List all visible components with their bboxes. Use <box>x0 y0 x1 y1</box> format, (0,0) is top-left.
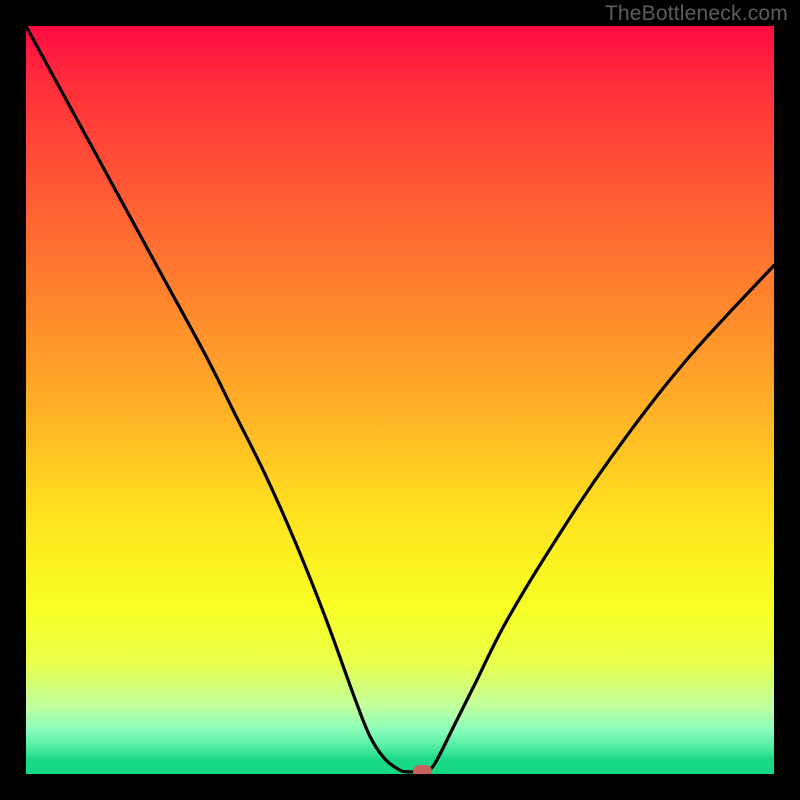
plot-area <box>26 26 774 774</box>
chart-frame: TheBottleneck.com <box>0 0 800 800</box>
curve-svg <box>26 26 774 774</box>
optimal-point-marker <box>413 765 432 774</box>
watermark-text: TheBottleneck.com <box>605 2 788 26</box>
bottleneck-curve <box>26 26 774 772</box>
